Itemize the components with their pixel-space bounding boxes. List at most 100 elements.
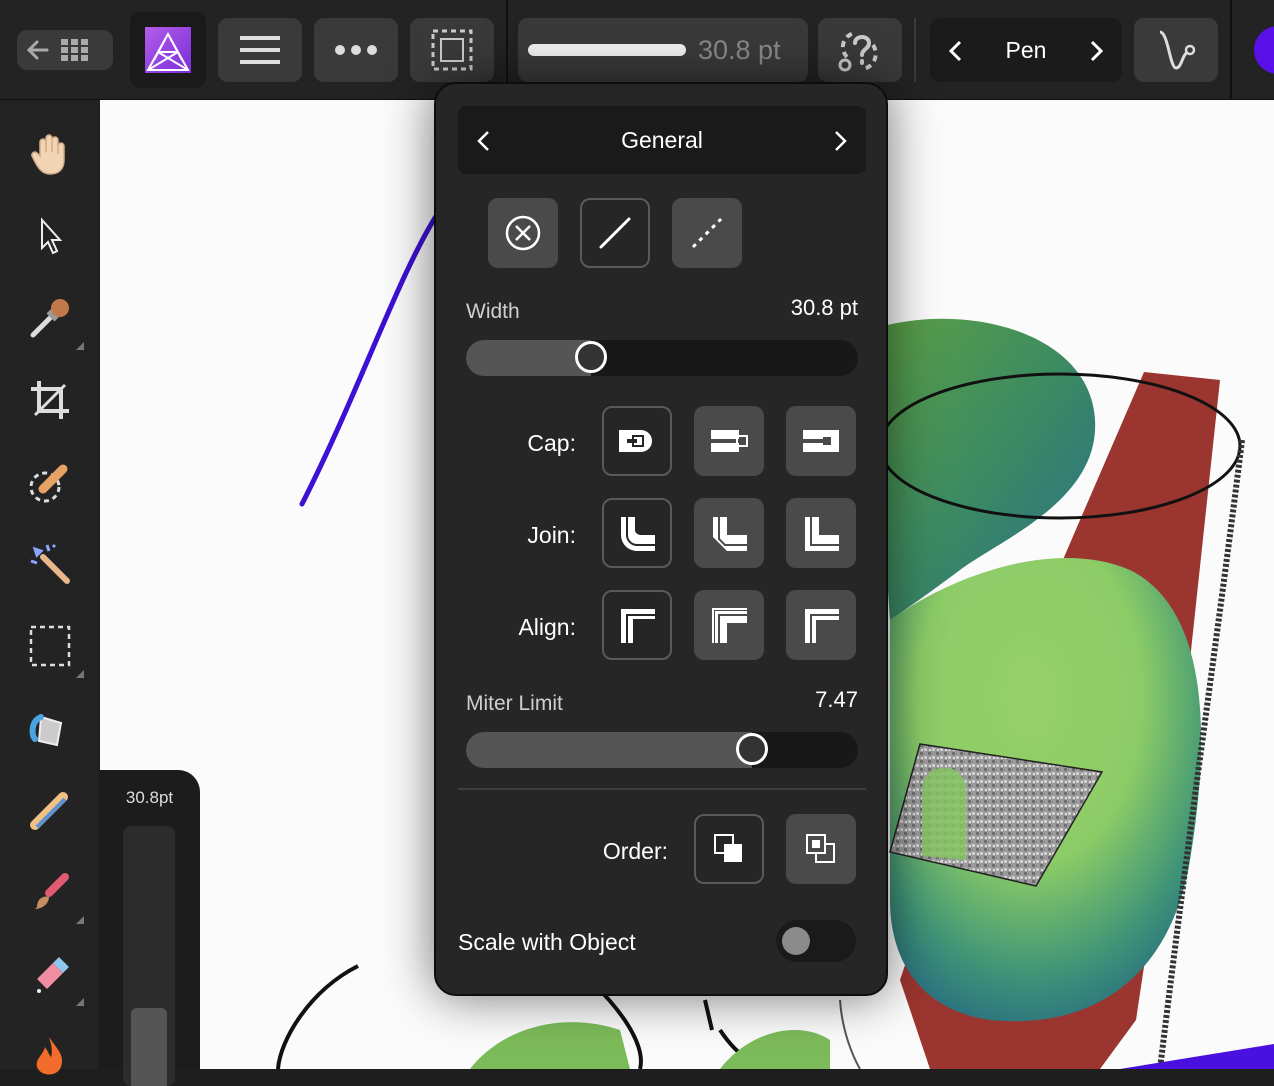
stroke-behind-icon: [714, 834, 742, 862]
back-button[interactable]: [17, 30, 113, 70]
marquee-icon: [29, 625, 71, 667]
join-round-button[interactable]: [602, 498, 672, 568]
align-inside-button[interactable]: [694, 590, 764, 660]
miter-join-icon: [805, 517, 839, 551]
miter-limit-slider[interactable]: [466, 732, 858, 768]
submenu-indicator: [76, 670, 84, 678]
eyedropper-icon: [30, 299, 69, 338]
color-swatch[interactable]: [1254, 26, 1274, 74]
miter-limit-slider-fill: [466, 732, 752, 768]
magnet-snapping-icon: [838, 31, 878, 72]
butt-cap-icon: [711, 430, 748, 452]
selection-brush-icon: [29, 464, 68, 503]
order-stroke-behind-button[interactable]: [694, 814, 764, 884]
chevron-right-icon[interactable]: [1090, 40, 1104, 62]
brush-name: Pen: [1005, 36, 1047, 63]
color-picker-tool[interactable]: [20, 288, 84, 350]
texture-green-spot: [922, 767, 966, 860]
burn-icon: [36, 1037, 63, 1075]
chevron-right-icon[interactable]: [834, 130, 848, 152]
cap-square-button[interactable]: [786, 406, 856, 476]
cap-label: Cap:: [527, 430, 576, 456]
round-cap-icon: [619, 430, 652, 452]
miter-limit-label: Miter Limit: [466, 692, 563, 715]
order-stroke-front-button[interactable]: [786, 814, 856, 884]
round-join-icon: [621, 517, 655, 551]
close-circle-icon: [505, 215, 541, 251]
width-slider-knob[interactable]: [575, 341, 607, 373]
order-label: Order:: [602, 838, 668, 864]
marquee-tool[interactable]: [20, 616, 84, 678]
style-solid-button[interactable]: [580, 198, 650, 268]
join-miter-button[interactable]: [786, 498, 856, 568]
thin-grey-line: [839, 999, 861, 1069]
purple-shape-corner: [1120, 1044, 1274, 1069]
section-header: General: [458, 106, 866, 174]
align-center-icon: [621, 609, 655, 643]
cap-butt-button[interactable]: [694, 406, 764, 476]
persona-button[interactable]: [130, 12, 206, 88]
miter-limit-value: 7.47: [815, 687, 858, 712]
brush-stroke-preview: [528, 44, 686, 56]
style-none-button[interactable]: [488, 198, 558, 268]
tools-sidebar: [0, 100, 99, 1075]
photo-persona-icon: [145, 27, 191, 73]
fill-tool[interactable]: [20, 698, 80, 758]
brush-size-slider[interactable]: [123, 826, 175, 1086]
brush-width-value: 30.8 pt: [698, 35, 781, 65]
submenu-indicator: [76, 998, 84, 1006]
square-cap-icon: [803, 430, 839, 452]
divider: [458, 788, 866, 790]
section-title: General: [621, 126, 703, 153]
brush-size-label: 30.8pt: [125, 788, 174, 807]
hamburger-icon: [240, 36, 280, 64]
stroke-options-button[interactable]: [1134, 18, 1218, 82]
purple-stroke: [299, 207, 443, 507]
brush-size-panel: 30.8pt: [99, 770, 200, 1086]
snapping-button[interactable]: [818, 18, 902, 82]
miter-limit-slider-knob[interactable]: [736, 733, 768, 765]
pen-pencil-icon: [30, 792, 68, 830]
menu-button[interactable]: [218, 18, 302, 82]
cap-round-button[interactable]: [602, 406, 672, 476]
bevel-join-icon: [713, 517, 747, 551]
selection-brush-tool[interactable]: [20, 452, 80, 512]
solid-line-icon: [599, 217, 631, 249]
submenu-indicator: [76, 342, 84, 350]
toggle-thumb: [782, 927, 810, 955]
crop-icon: [31, 381, 69, 419]
flood-fill-icon: [29, 714, 63, 747]
style-dashed-button[interactable]: [672, 198, 742, 268]
width-label: Width: [466, 300, 520, 323]
chevron-left-icon[interactable]: [948, 40, 962, 62]
toolbar-divider: [914, 18, 916, 82]
crop-tool[interactable]: [20, 370, 80, 430]
curve-node-icon: [1159, 30, 1196, 70]
hand-icon: [31, 134, 65, 175]
align-outside-button[interactable]: [786, 590, 856, 660]
erase-tool[interactable]: [20, 944, 84, 1006]
back-arrow-grid-icon: [26, 39, 88, 61]
submenu-indicator: [76, 916, 84, 924]
scale-with-object-label: Scale with Object: [458, 929, 636, 955]
width-slider[interactable]: [466, 340, 858, 376]
eraser-icon: [37, 957, 69, 993]
selection-button[interactable]: [410, 18, 494, 82]
burn-tool[interactable]: [20, 1026, 80, 1086]
pencil-tool[interactable]: [20, 780, 80, 840]
align-center-button[interactable]: [602, 590, 672, 660]
join-bevel-button[interactable]: [694, 498, 764, 568]
brush-width-control[interactable]: 30.8 pt: [518, 18, 808, 82]
hand-tool[interactable]: [20, 124, 80, 184]
green-blob-bottom: [470, 1022, 830, 1069]
dashed-line-icon: [691, 217, 723, 249]
brush-selector[interactable]: Pen: [930, 18, 1122, 82]
chevron-left-icon[interactable]: [476, 130, 490, 152]
move-tool[interactable]: [20, 206, 80, 266]
align-outside-icon: [805, 609, 839, 643]
flood-select-tool[interactable]: [20, 534, 80, 594]
join-label: Join:: [527, 522, 576, 548]
scale-with-object-toggle[interactable]: [776, 920, 856, 962]
paint-brush-tool[interactable]: [20, 862, 84, 924]
more-button[interactable]: [314, 18, 398, 82]
